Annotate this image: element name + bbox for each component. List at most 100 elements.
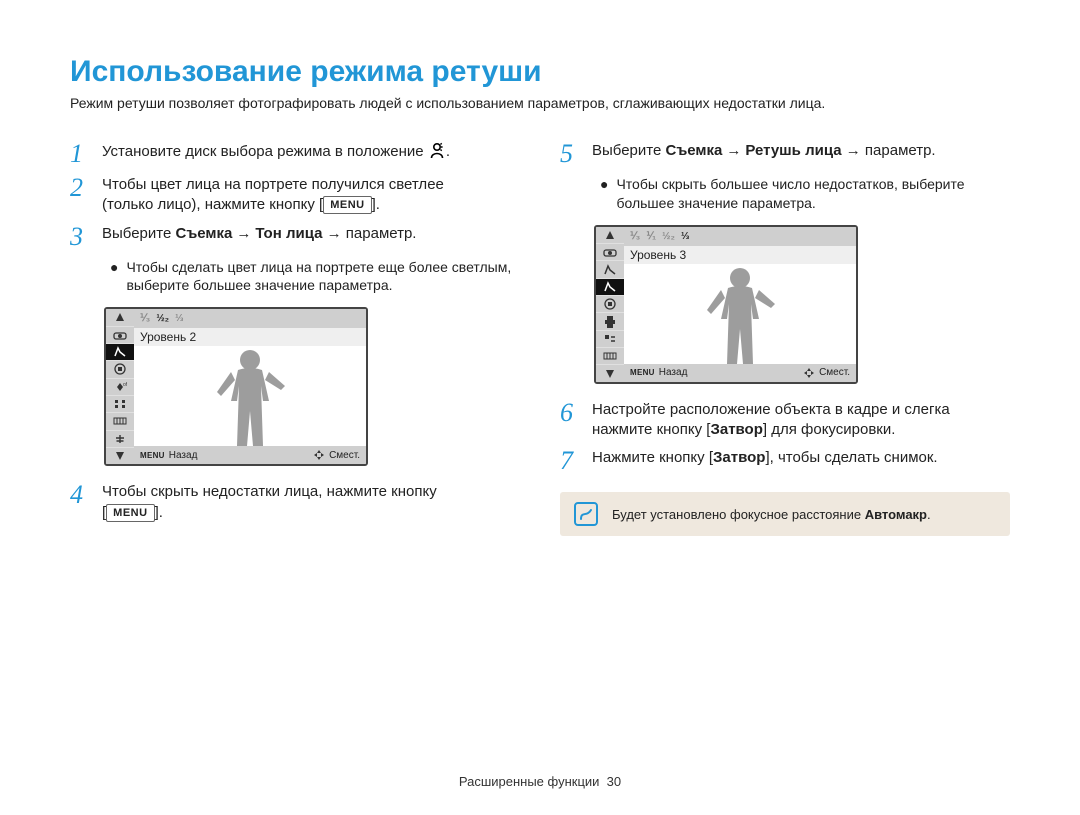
sidebar-icon [596, 227, 624, 244]
level-option-icon: ⅓ [175, 313, 183, 324]
step-text: Установите диск выбора режима в положени… [102, 143, 424, 160]
step-post: ], чтобы сделать снимок. [765, 449, 937, 466]
sidebar-icon-selected [106, 344, 134, 361]
step-body: Настройте расположение объекта в кадре и… [592, 400, 1010, 441]
step-6: 6 Настройте расположение объекта в кадре… [560, 400, 1010, 441]
two-columns: 1 Установите диск выбора режима в положе… [70, 137, 1010, 536]
lcd-back: MENU Назад [630, 367, 687, 378]
lcd-main: ⅟₃ ½₂ ⅓ Уровень 2 [134, 309, 366, 464]
sidebar-icon-selected [596, 279, 624, 296]
step-body: Нажмите кнопку [Затвор], чтобы сделать с… [592, 448, 1010, 474]
menu-path-post: → параметр. [842, 142, 936, 159]
bullet-dot: ● [600, 175, 608, 213]
page-title: Использование режима ретуши [70, 55, 1010, 89]
manual-page: Использование режима ретуши Режим ретуши… [0, 0, 1080, 815]
dpad-icon [313, 449, 325, 461]
lcd-sidebar [596, 227, 624, 382]
back-label: Назад [659, 367, 688, 378]
step-line-pre: (только лицо), нажмите кнопку [ [102, 196, 323, 213]
level-label: Уровень 3 [630, 248, 686, 262]
menu-button-label: MENU [106, 504, 154, 522]
step-number: 1 [70, 141, 92, 167]
step-7: 7 Нажмите кнопку [Затвор], чтобы сделать… [560, 448, 1010, 474]
svg-text:off: off [123, 382, 127, 388]
lcd-main: ⅟₃ ⅟₁ ½₂ ⅓ Уровень 3 [624, 227, 856, 382]
arrow-icon: → [236, 225, 251, 242]
lcd-level-row: Уровень 3 [624, 246, 856, 264]
menu-path-pre: Выберите [102, 225, 175, 242]
sidebar-icon [106, 448, 134, 464]
step-line: Чтобы цвет лица на портрете получился св… [102, 176, 444, 193]
menu-icon: MENU [630, 368, 655, 377]
step-line-post: ]. [155, 504, 163, 521]
note-pre: Будет установлено фокусное расстояние [612, 507, 865, 522]
menu-path-pre: Выберите [592, 142, 665, 159]
footer-page-number: 30 [607, 774, 621, 789]
shutter-label: Затвор [713, 449, 765, 466]
note-info-icon [574, 502, 598, 526]
lcd-sidebar: off [106, 309, 134, 464]
shutter-label: Затвор [710, 421, 762, 438]
step-body: Выберите Съемка→Тон лица → параметр. [102, 224, 520, 250]
lcd-topbar: ⅟₃ ⅟₁ ½₂ ⅓ [624, 227, 856, 246]
lcd-bottom-bar: MENU Назад Смест. [134, 446, 366, 464]
person-silhouette-icon [695, 264, 785, 364]
menu-icon: MENU [140, 451, 165, 460]
sidebar-icon [596, 313, 624, 330]
step-number: 3 [70, 224, 92, 250]
step-5-bullet: ● Чтобы скрыть большее число недостатков… [600, 175, 1010, 213]
menu-path-item: Тон лица [255, 225, 322, 242]
note-box: Будет установлено фокусное расстояние Ав… [560, 492, 1010, 536]
step-number: 6 [560, 400, 582, 441]
step-line: Настройте расположение объекта в кадре и… [592, 401, 950, 418]
sidebar-icon [106, 309, 134, 326]
step-1: 1 Установите диск выбора режима в положе… [70, 141, 520, 167]
level-option-icon: ⅟₃ [140, 313, 150, 324]
move-label: Смест. [329, 450, 360, 461]
level-option-icon: ⅟₃ [630, 231, 640, 242]
sidebar-icon [596, 331, 624, 348]
right-column: 5 Выберите Съемка→Ретушь лица → параметр… [560, 137, 1010, 536]
sidebar-icon [106, 413, 134, 430]
lcd-level-row: Уровень 2 [134, 328, 366, 346]
sidebar-icon [596, 348, 624, 365]
step-body: Выберите Съемка→Ретушь лица → параметр. [592, 141, 1010, 167]
sidebar-icon [596, 365, 624, 381]
sidebar-icon [106, 396, 134, 413]
lcd-move: Смест. [313, 449, 360, 461]
step-3: 3 Выберите Съемка→Тон лица → параметр. [70, 224, 520, 250]
lcd-topbar: ⅟₃ ½₂ ⅓ [134, 309, 366, 328]
step-5: 5 Выберите Съемка→Ретушь лица → параметр… [560, 141, 1010, 167]
step-number: 7 [560, 448, 582, 474]
sidebar-icon [106, 361, 134, 378]
level-label: Уровень 2 [140, 330, 196, 344]
lcd-move: Смест. [803, 367, 850, 379]
step-pre: Нажмите кнопку [ [592, 449, 713, 466]
note-text: Будет установлено фокусное расстояние Ав… [612, 507, 931, 522]
note-bold: Автомакр [865, 507, 927, 522]
menu-button-label: MENU [323, 196, 371, 214]
level-option-icon: ⅓ [681, 231, 689, 242]
bullet-text: Чтобы сделать цвет лица на портрете еще … [126, 258, 520, 296]
sidebar-icon [596, 261, 624, 278]
camera-lcd-screenshot-1: off ⅟₃ [104, 307, 368, 466]
person-silhouette-icon [205, 346, 295, 446]
menu-path-item: Ретушь лица [745, 142, 841, 159]
sidebar-icon [106, 431, 134, 448]
step-line-post: ]. [372, 196, 380, 213]
bullet-dot: ● [110, 258, 118, 296]
beauty-mode-icon [428, 141, 446, 165]
arrow-icon: → [726, 142, 741, 159]
camera-lcd-screenshot-2: ⅟₃ ⅟₁ ½₂ ⅓ Уровень 3 [594, 225, 858, 384]
menu-path-item: Съемка [175, 225, 232, 242]
bullet-text: Чтобы скрыть большее число недостатков, … [616, 175, 1010, 213]
lcd-back: MENU Назад [140, 450, 197, 461]
footer-section: Расширенные функции [459, 774, 600, 789]
page-intro: Режим ретуши позволяет фотографировать л… [70, 95, 1010, 111]
menu-path-post: → параметр. [322, 225, 416, 242]
step-body: Чтобы скрыть недостатки лица, нажмите кн… [102, 482, 520, 523]
sidebar-icon [596, 296, 624, 313]
step-number: 4 [70, 482, 92, 523]
back-label: Назад [169, 450, 198, 461]
note-post: . [927, 507, 931, 522]
